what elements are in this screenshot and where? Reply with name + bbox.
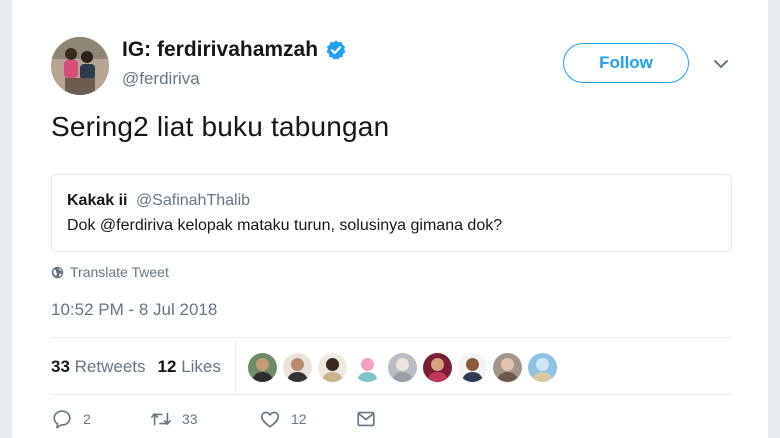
retweet-count: 33 [182, 411, 198, 427]
likes-label: Likes [181, 357, 221, 376]
avatar-photo [51, 37, 109, 95]
retweets-count: 33 [51, 357, 70, 376]
tweet-actions: 2 33 12 [51, 408, 377, 430]
tweet-card: IG: ferdirivahamzah @ferdiriva Follow Se… [12, 0, 768, 438]
liker-avatar[interactable] [492, 352, 522, 382]
retweet-icon [151, 412, 171, 426]
reply-button[interactable]: 2 [51, 408, 150, 430]
tweet-stats: 33 Retweets 12 Likes [51, 340, 732, 394]
liker-avatar[interactable] [282, 352, 312, 382]
likes-count: 12 [157, 357, 177, 376]
stats-top-divider [51, 337, 732, 338]
translate-tweet-label: Translate Tweet [70, 264, 169, 280]
quoted-tweet-text: Dok @ferdiriva kelopak mataku turun, sol… [67, 217, 503, 234]
liker-avatar[interactable] [457, 352, 487, 382]
quoted-author-handle: @SafinahThalib [135, 192, 251, 209]
envelope-icon [357, 411, 375, 427]
like-button[interactable]: 12 [259, 408, 355, 430]
retweets-label: Retweets [74, 357, 146, 376]
liker-avatar[interactable] [527, 352, 557, 382]
more-options-chevron-down-icon[interactable] [712, 55, 730, 73]
verified-badge-icon [325, 39, 347, 61]
direct-message-button[interactable] [355, 408, 377, 430]
likes-stat[interactable]: 12 Likes [158, 357, 221, 377]
page-background: IG: ferdirivahamzah @ferdiriva Follow Se… [0, 0, 780, 438]
liker-avatar[interactable] [247, 352, 277, 382]
liker-avatar[interactable] [387, 352, 417, 382]
heart-icon [260, 411, 280, 428]
author-username[interactable]: @ferdiriva [122, 69, 200, 89]
retweet-button[interactable]: 33 [150, 408, 259, 430]
translate-tweet-link[interactable]: Translate Tweet [51, 264, 169, 280]
reply-icon [53, 410, 71, 429]
author-display-name[interactable]: IG: ferdirivahamzah [122, 38, 347, 62]
retweets-stat[interactable]: 33 Retweets [51, 357, 146, 377]
stats-separator [234, 340, 236, 394]
follow-button[interactable]: Follow [563, 43, 689, 83]
liker-avatar[interactable] [352, 352, 382, 382]
author-name-text: IG: ferdirivahamzah [122, 38, 319, 61]
quoted-author-name: Kakak ii [67, 192, 128, 209]
tweet-timestamp[interactable]: 10:52 PM - 8 Jul 2018 [51, 300, 217, 320]
quoted-tweet[interactable]: Kakak ii @SafinahThalib Dok @ferdiriva k… [51, 174, 732, 252]
quoted-tweet-header: Kakak ii @SafinahThalib [67, 192, 250, 210]
liker-avatars [247, 352, 557, 382]
reply-count: 2 [83, 411, 91, 427]
author-avatar[interactable] [51, 37, 109, 95]
liker-avatar[interactable] [422, 352, 452, 382]
tweet-text: Sering2 liat buku tabungan [51, 111, 390, 142]
stats-bottom-divider [51, 394, 732, 395]
like-count: 12 [291, 411, 307, 427]
globe-icon [51, 266, 64, 279]
liker-avatar[interactable] [317, 352, 347, 382]
